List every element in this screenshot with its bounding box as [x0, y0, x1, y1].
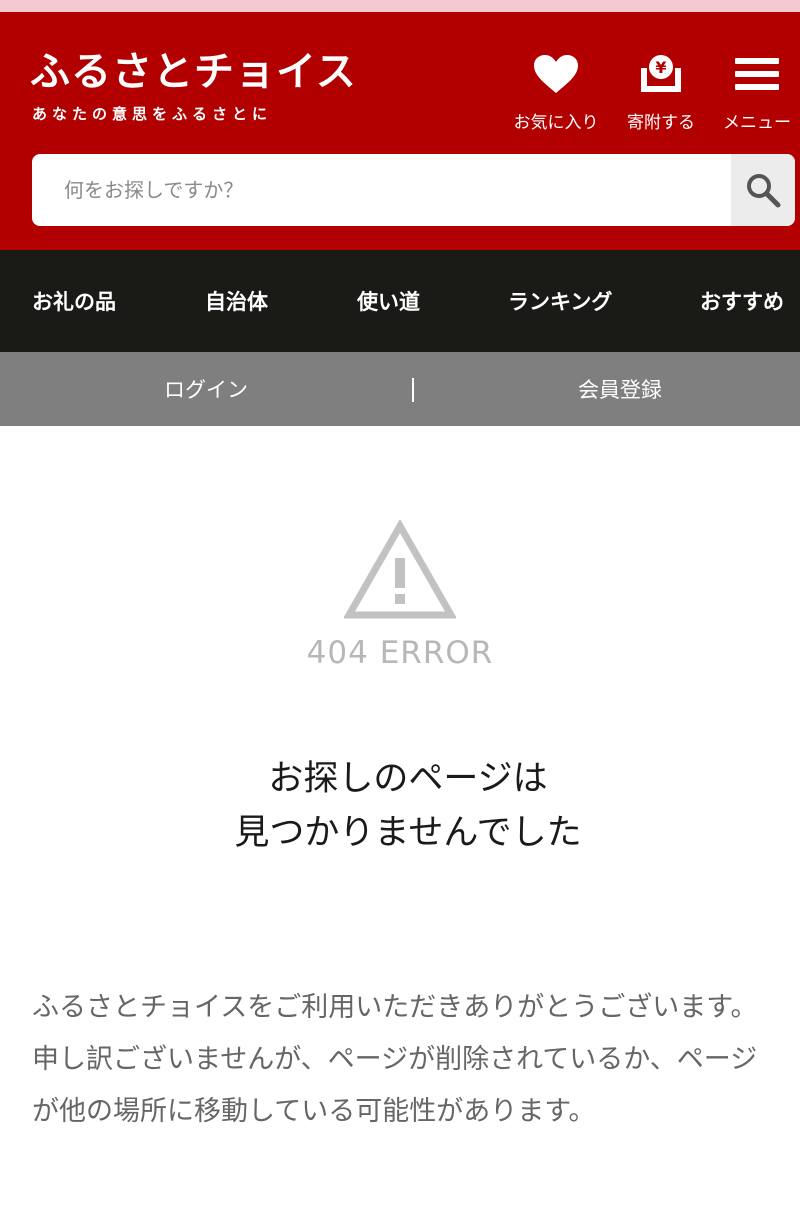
search-bar [32, 154, 795, 226]
site-tagline: あなたの意思をふるさとに [32, 105, 273, 123]
hamburger-menu-icon [729, 46, 785, 102]
donate-label: 寄附する [627, 113, 695, 133]
error-title-line2: 見つかりませんでした [234, 813, 582, 853]
heart-icon [528, 46, 584, 102]
nav-item-municipalities[interactable]: 自治体 [205, 250, 268, 352]
nav-item-ranking[interactable]: ランキング [508, 250, 612, 352]
error-message-apology: 申し訳ございませんが、ページが削除されているか、ページが他の場所に移動している可… [32, 1044, 758, 1127]
menu-button[interactable]: メニュー [714, 46, 800, 146]
search-icon [747, 174, 781, 208]
nav-item-recommended[interactable]: おすすめ [700, 250, 784, 352]
register-link[interactable]: 会員登録 [414, 352, 800, 426]
menu-label: メニュー [723, 113, 791, 133]
error-message: ふるさとチョイスをご利用いただきありがとうございます。 申し訳ございませんが、ペ… [32, 982, 782, 1138]
nav-item-usage[interactable]: 使い道 [357, 250, 420, 352]
error-code: 404 ERROR [306, 635, 494, 671]
login-link[interactable]: ログイン [0, 352, 412, 426]
auth-bar: ログイン 会員登録 [0, 352, 800, 426]
donate-button[interactable]: ¥ 寄附する [618, 46, 704, 146]
nav-item-gifts[interactable]: お礼の品 [32, 250, 116, 352]
error-message-thanks: ふるさとチョイスをご利用いただきありがとうございます。 [32, 992, 758, 1023]
site-logo[interactable]: ふるさとチョイス [30, 48, 357, 96]
top-strip [0, 0, 800, 12]
svg-text:¥: ¥ [655, 58, 666, 77]
donate-yen-icon: ¥ [633, 46, 689, 102]
error-header: 404 ERROR [0, 520, 800, 690]
error-title-line1: お探しのページは [268, 759, 548, 799]
error-title: お探しのページは 見つかりませんでした [0, 752, 800, 860]
favorites-button[interactable]: お気に入り [503, 46, 609, 146]
favorites-label: お気に入り [513, 113, 599, 133]
site-header: ふるさとチョイス あなたの意思をふるさとに お気に入り ¥ 寄附する メニュー … [0, 12, 800, 250]
search-input[interactable] [32, 154, 730, 226]
warning-triangle-icon [344, 520, 456, 619]
category-nav: お礼の品 自治体 使い道 ランキング おすすめ [0, 250, 800, 352]
search-button[interactable] [731, 154, 795, 226]
